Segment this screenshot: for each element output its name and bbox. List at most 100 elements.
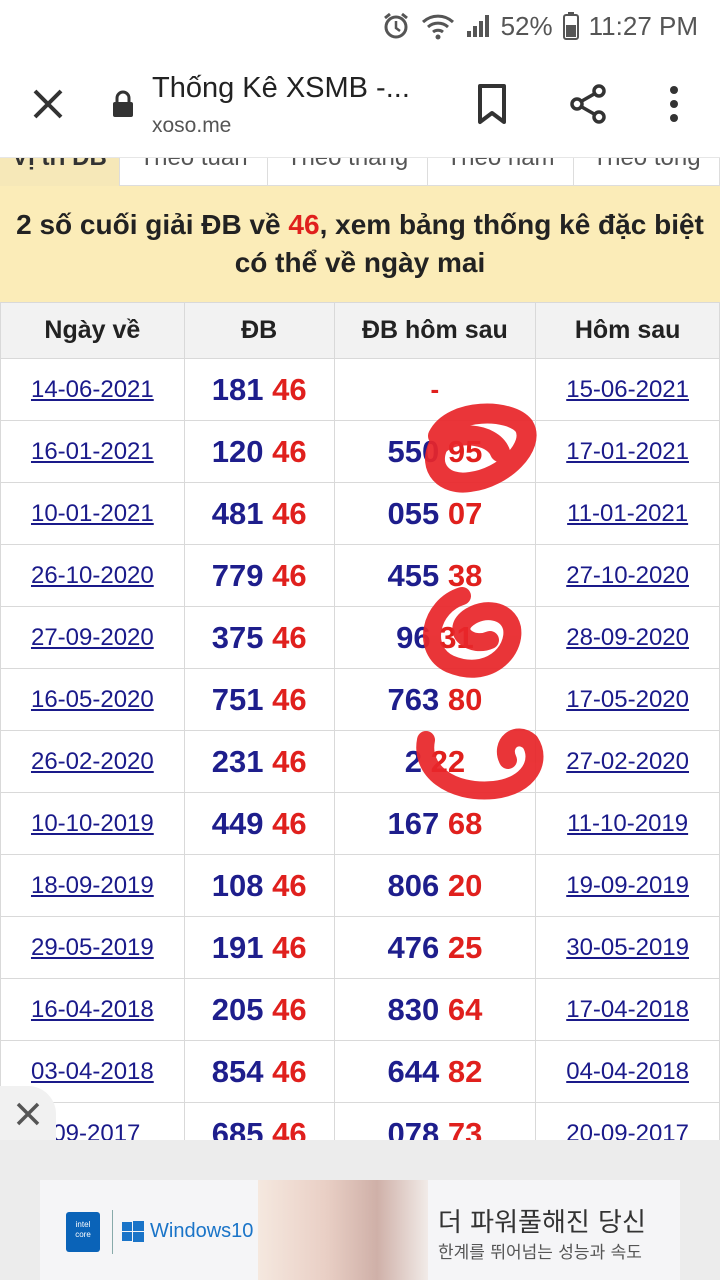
next-db-cell: -: [333, 358, 537, 421]
next-db-suffix: 64: [447, 991, 483, 1027]
date-link[interactable]: 16-04-2018: [31, 996, 154, 1023]
next-db-cell: 455 38: [333, 544, 537, 607]
db-number: 779 46: [212, 558, 307, 593]
next-date-link[interactable]: 27-10-2020: [566, 562, 689, 589]
next-date-link[interactable]: 15-06-2021: [566, 376, 689, 403]
db-number: 854 46: [212, 1054, 307, 1089]
next-date-cell: 11-10-2019: [535, 792, 720, 855]
battery-percent: 52%: [500, 10, 553, 41]
tab-month[interactable]: Theo tháng: [268, 158, 428, 186]
next-db-number: 806 20: [387, 868, 482, 903]
date-link[interactable]: 16-01-2021: [31, 438, 154, 465]
next-db-cell: 476 25: [333, 916, 537, 979]
table-row: 10-10-2019 449 46 167 68 11-10-2019: [0, 792, 720, 855]
table-row: 03-04-2018 854 46 644 82 04-04-2018: [0, 1040, 720, 1103]
next-date-cell: 04-04-2018: [535, 1040, 720, 1103]
header-next-date: Hôm sau: [535, 302, 720, 359]
tab-week[interactable]: Theo tuần: [120, 158, 268, 186]
next-db-prefix: 455: [387, 557, 440, 593]
table-row: 16-05-2020 751 46 763 80 17-05-2020: [0, 668, 720, 731]
next-date-link[interactable]: 11-01-2021: [567, 500, 688, 527]
close-icon: [16, 1102, 40, 1126]
db-prefix: 231: [211, 743, 264, 779]
ad-close-button[interactable]: [0, 1086, 56, 1142]
next-db-number: 644 82: [387, 1054, 482, 1089]
db-number: 375 46: [212, 620, 307, 655]
date-cell: 18-09-2019: [0, 854, 185, 917]
next-db-prefix: 167: [387, 805, 440, 841]
next-date-link[interactable]: 04-04-2018: [566, 1058, 689, 1085]
next-db-cell: 055 07: [333, 482, 537, 545]
close-icon[interactable]: [26, 82, 70, 126]
db-number: 449 46: [212, 806, 307, 841]
table-row: 29-05-2019 191 46 476 25 30-05-2019: [0, 916, 720, 979]
table-row: 10-01-2021 481 46 055 07 11-01-2021: [0, 482, 720, 545]
db-suffix: 46: [272, 619, 307, 655]
tab-position[interactable]: Vị trí ĐB: [0, 158, 120, 186]
next-db-prefix: 806: [387, 867, 440, 903]
db-prefix: 779: [211, 557, 264, 593]
next-db-suffix: 22: [430, 743, 466, 779]
next-db-suffix: -: [430, 374, 440, 404]
date-link[interactable]: 26-10-2020: [31, 562, 154, 589]
table-header-row: Ngày về ĐB ĐB hôm sau Hôm sau: [0, 302, 720, 359]
date-link[interactable]: 27-09-2020: [31, 624, 154, 651]
date-link[interactable]: 10-01-2021: [31, 500, 154, 527]
date-link[interactable]: 29-05-2019: [31, 934, 154, 961]
date-link[interactable]: 14-06-2021: [31, 376, 154, 403]
bookmark-icon[interactable]: [472, 82, 512, 126]
date-link[interactable]: 03-04-2018: [31, 1058, 154, 1085]
db-number: 120 46: [212, 434, 307, 469]
db-prefix: 191: [211, 929, 264, 965]
share-icon[interactable]: [566, 82, 610, 126]
stats-heading: 2 số cuối giải ĐB về 46, xem bảng thống …: [0, 186, 720, 302]
next-date-link[interactable]: 30-05-2019: [566, 934, 689, 961]
next-db-suffix: 38: [447, 557, 483, 593]
date-link[interactable]: 26-02-2020: [31, 748, 154, 775]
next-db-prefix: 644: [387, 1053, 440, 1089]
db-suffix: 46: [272, 433, 307, 469]
db-prefix: 751: [211, 681, 264, 717]
next-db-suffix: 31: [439, 619, 474, 655]
date-cell: 16-05-2020: [0, 668, 185, 731]
ad-headline: 더 파워풀해진 당신: [438, 1208, 646, 1238]
next-db-suffix: 80: [447, 681, 483, 717]
next-db-number: 2 22: [405, 744, 465, 779]
db-cell: 108 46: [183, 854, 335, 917]
date-link[interactable]: 10-10-2019: [31, 810, 154, 837]
more-options-icon[interactable]: [660, 82, 688, 126]
next-db-suffix: 95: [447, 433, 483, 469]
next-date-link[interactable]: 17-01-2021: [566, 438, 689, 465]
table-row: 18-09-2019 108 46 806 20 19-09-2019: [0, 854, 720, 917]
db-suffix: 46: [272, 681, 307, 717]
next-db-prefix: 055: [387, 495, 440, 531]
next-date-link[interactable]: 27-02-2020: [566, 748, 689, 775]
table-row: 14-06-2021 181 46 - 15-06-2021: [0, 358, 720, 421]
lock-icon: [113, 90, 133, 117]
page-url[interactable]: xoso.me: [152, 114, 231, 138]
next-db-number: 96 31: [396, 620, 474, 655]
next-date-cell: 27-02-2020: [535, 730, 720, 793]
next-date-cell: 17-01-2021: [535, 420, 720, 483]
next-date-link[interactable]: 28-09-2020: [566, 624, 689, 651]
next-db-cell: 96 31: [333, 606, 537, 669]
next-date-link[interactable]: 17-05-2020: [566, 686, 689, 713]
db-cell: 779 46: [183, 544, 335, 607]
next-date-link[interactable]: 11-10-2019: [567, 810, 688, 837]
date-cell: 10-10-2019: [0, 792, 185, 855]
date-cell: 16-01-2021: [0, 420, 185, 483]
tab-year[interactable]: Theo năm: [428, 158, 574, 186]
db-prefix: 449: [211, 805, 264, 841]
ad-brand: Windows10: [122, 1220, 253, 1243]
next-db-suffix: 25: [447, 929, 483, 965]
next-date-link[interactable]: 19-09-2019: [566, 872, 689, 899]
date-cell: 26-02-2020: [0, 730, 185, 793]
ad-banner[interactable]: intel core Windows10 더 파워풀해진 당신 한계를 뛰어넘는 …: [40, 1180, 680, 1280]
next-date-link[interactable]: 17-04-2018: [566, 996, 689, 1023]
date-link[interactable]: 16-05-2020: [31, 686, 154, 713]
db-suffix: 46: [272, 929, 307, 965]
browser-toolbar: Thống Kê XSMB -... xoso.me: [0, 52, 720, 158]
tab-total[interactable]: Theo tổng: [574, 158, 720, 186]
next-db-cell: 763 80: [333, 668, 537, 731]
date-link[interactable]: 18-09-2019: [31, 872, 154, 899]
